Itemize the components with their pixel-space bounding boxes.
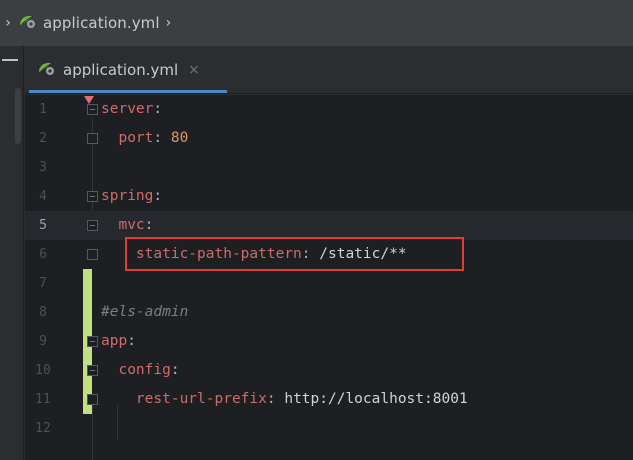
code-text: rest-url-prefix: http://localhost:8001 — [101, 385, 468, 414]
line-number: 11 — [35, 392, 51, 407]
code-text: spring: — [101, 182, 162, 211]
code-line[interactable]: 3 — [25, 153, 633, 182]
line-number: 6 — [39, 247, 47, 262]
fold-end-icon[interactable] — [87, 133, 98, 144]
editor-tab-bar: application.yml × — [25, 46, 633, 94]
code-token: : — [144, 217, 154, 233]
left-tool-strip — [0, 46, 24, 460]
code-line[interactable]: 8 #els-admin — [25, 298, 633, 327]
code-line[interactable]: 1 server: — [25, 95, 633, 124]
chevron-right-icon[interactable]: › — [0, 15, 16, 31]
code-token: app — [101, 333, 128, 349]
fold-toggle-icon[interactable] — [87, 104, 98, 115]
code-token: rest-url-prefix — [101, 391, 267, 407]
fold-toggle-icon[interactable] — [87, 220, 98, 231]
highlight-annotation — [125, 237, 464, 271]
line-number: 5 — [39, 218, 47, 233]
line-number: 7 — [39, 276, 47, 291]
code-token: server — [101, 101, 154, 117]
breadcrumb-file-label: application.yml — [43, 14, 160, 32]
code-line[interactable]: 5 mvc: — [25, 211, 633, 240]
code-token: : — [127, 333, 136, 349]
fold-toggle-icon[interactable] — [87, 365, 98, 376]
fold-end-icon[interactable] — [87, 394, 98, 405]
code-token: 80 — [170, 130, 189, 146]
close-icon[interactable]: × — [188, 62, 200, 78]
code-token: http://localhost:8001 — [284, 391, 468, 407]
code-token: spring — [101, 188, 154, 204]
scrollbar-thumb[interactable] — [15, 88, 21, 144]
line-number: 10 — [35, 363, 51, 378]
code-text: mvc: — [101, 211, 153, 240]
code-line[interactable]: 10 config: — [25, 356, 633, 385]
code-token: config — [101, 362, 171, 378]
line-number: 8 — [39, 305, 47, 320]
tab-active-indicator — [29, 90, 227, 93]
code-token: : — [266, 391, 285, 407]
line-number: 9 — [39, 334, 47, 349]
bookmark-icon[interactable] — [84, 96, 94, 104]
code-text: #els-admin — [101, 298, 188, 327]
chevron-right-icon[interactable]: › — [166, 15, 172, 31]
code-line[interactable]: 11 rest-url-prefix: http://localhost:800… — [25, 385, 633, 414]
line-number: 1 — [39, 102, 47, 117]
fold-toggle-icon[interactable] — [87, 336, 98, 347]
line-number: 2 — [39, 131, 47, 146]
tab-label: application.yml — [63, 61, 179, 79]
code-line[interactable]: 12 — [25, 414, 633, 443]
code-line[interactable]: 9 app: — [25, 327, 633, 356]
fold-toggle-icon[interactable] — [87, 191, 98, 202]
line-number: 12 — [35, 421, 51, 436]
code-line[interactable]: 7 — [25, 269, 633, 298]
ide-window: › application.yml › application.yml × 1 … — [0, 0, 633, 460]
spring-yaml-file-icon — [18, 13, 38, 33]
code-text: port: 80 — [101, 124, 188, 153]
code-token: : — [153, 188, 163, 204]
code-token: : — [153, 130, 171, 146]
breadcrumb: › application.yml › — [0, 0, 633, 46]
code-token: : — [170, 362, 180, 378]
line-number: 4 — [39, 189, 47, 204]
code-token: #els-admin — [101, 304, 189, 320]
code-text: app: — [101, 327, 136, 356]
code-token: : — [153, 101, 163, 117]
code-token: mvc — [101, 217, 145, 233]
code-text: config: — [101, 356, 180, 385]
code-line[interactable]: 4 spring: — [25, 182, 633, 211]
minimize-icon[interactable] — [2, 59, 18, 61]
code-editor[interactable]: 1 server: 2 port: 80 3 4 spring: 5 mvc: 6 stati… — [25, 95, 633, 460]
tab-application-yml[interactable]: application.yml × — [29, 46, 227, 94]
breadcrumb-item-file[interactable]: application.yml — [18, 13, 160, 33]
spring-yaml-file-icon — [37, 60, 57, 80]
code-text: server: — [101, 95, 162, 124]
code-token: port — [101, 130, 154, 146]
code-line[interactable]: 2 port: 80 — [25, 124, 633, 153]
fold-end-icon[interactable] — [87, 249, 98, 260]
line-number: 3 — [39, 160, 47, 175]
